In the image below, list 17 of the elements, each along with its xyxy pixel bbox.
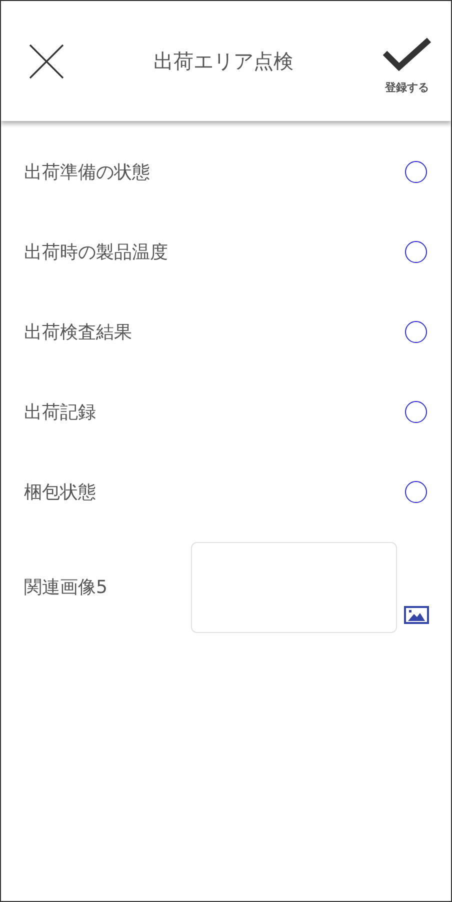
page-title: 出荷エリア点検 [154,48,294,75]
radio-button[interactable] [405,161,427,183]
radio-button[interactable] [405,321,427,343]
item-label: 出荷記録 [24,400,96,424]
close-icon[interactable] [29,44,64,78]
save-button[interactable]: 登録する [383,25,431,97]
radio-button[interactable] [405,241,427,263]
item-label: 梱包状態 [24,480,96,504]
item-label: 出荷時の製品温度 [24,240,168,264]
image-field[interactable] [191,542,397,632]
item-label: 出荷検査結果 [24,320,132,344]
item-label: 出荷準備の状態 [24,160,150,184]
item-label: 関連画像5 [24,576,108,600]
image-icon[interactable] [404,606,429,624]
radio-button[interactable] [405,401,427,423]
check-icon [383,37,431,72]
radio-button[interactable] [405,481,427,503]
